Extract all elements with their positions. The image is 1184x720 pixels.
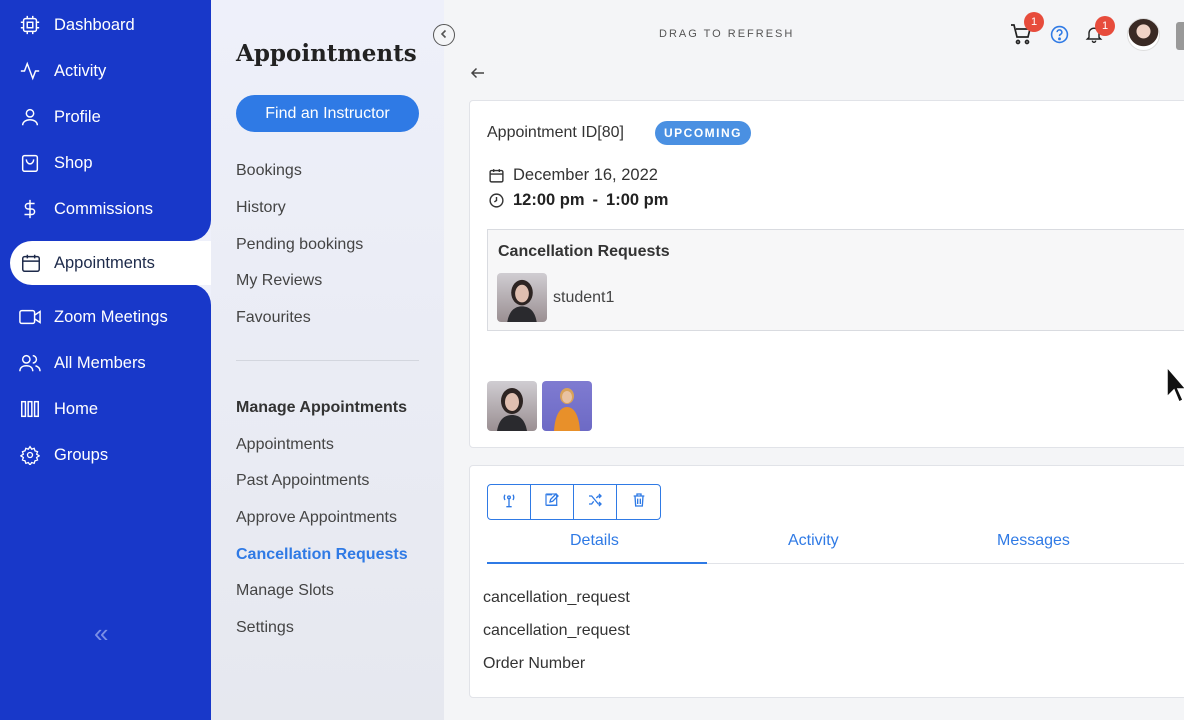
nav-label: Profile — [54, 107, 101, 126]
mouse-cursor-icon — [1166, 364, 1184, 409]
subnav-link-pending-bookings[interactable]: Pending bookings — [236, 236, 363, 254]
student-name[interactable]: student1 — [553, 289, 614, 307]
shuffle-icon — [587, 492, 603, 513]
subnav-link-bookings[interactable]: Bookings — [236, 162, 302, 180]
delete-button[interactable] — [617, 485, 660, 519]
appointment-time-row: 12:00 pm - 1:00 pm — [487, 191, 668, 210]
users-icon — [18, 351, 42, 375]
nav-item-zoom-meetings[interactable]: Zoom Meetings — [0, 297, 211, 337]
nav-item-profile[interactable]: Profile — [0, 97, 211, 137]
help-button[interactable] — [1050, 25, 1069, 49]
detail-row: cancellation_request — [483, 589, 630, 606]
subnav-link-appointments[interactable]: Appointments — [236, 436, 334, 454]
calendar-icon — [487, 167, 505, 185]
help-icon — [1050, 25, 1069, 49]
video-icon — [18, 305, 42, 329]
tab-activity[interactable]: Activity — [788, 532, 839, 550]
appointment-date-row: December 16, 2022 — [487, 166, 658, 185]
appointment-id: Appointment ID[80] — [487, 124, 624, 141]
nav-item-commissions[interactable]: Commissions — [0, 189, 211, 229]
tab-details[interactable]: Details — [570, 532, 619, 550]
antenna-icon — [501, 492, 517, 513]
nav-item-shop[interactable]: Shop — [0, 143, 211, 183]
drag-to-refresh-text: DRAG TO REFRESH — [659, 28, 795, 40]
subnav-link-my-reviews[interactable]: My Reviews — [236, 272, 322, 290]
time-separator: - — [592, 191, 599, 209]
subnav-link-history[interactable]: History — [236, 199, 286, 217]
clock-icon — [487, 192, 505, 210]
subnav-title: Appointments — [236, 40, 417, 67]
chip-icon — [18, 13, 42, 37]
calendar-icon — [19, 251, 43, 275]
user-icon — [18, 105, 42, 129]
header-edge-button[interactable] — [1176, 22, 1184, 50]
participant-avatar[interactable] — [487, 381, 537, 431]
subnav-link-favourites[interactable]: Favourites — [236, 309, 311, 327]
subnav-divider — [236, 360, 419, 361]
subnav-link-settings[interactable]: Settings — [236, 619, 294, 637]
back-arrow-icon[interactable] — [469, 64, 487, 88]
manage-appointments-heading: Manage Appointments — [236, 399, 407, 416]
nav-label: Commissions — [54, 199, 154, 218]
appointment-card: Appointment ID[80] UPCOMING December 16,… — [469, 100, 1184, 448]
collapse-sidebar-icon[interactable]: « — [94, 618, 108, 649]
nav-label: Dashboard — [54, 15, 135, 34]
nav-label: Zoom Meetings — [54, 307, 168, 326]
user-avatar[interactable] — [1127, 18, 1160, 51]
detail-row: Order Number — [483, 655, 586, 672]
main-nav: Dashboard Activity Profile Shop Commissi… — [0, 0, 230, 720]
reschedule-button[interactable] — [574, 485, 617, 519]
cart-badge: 1 — [1024, 12, 1044, 32]
appointments-subnav: Appointments Find an Instructor Bookings… — [211, 0, 444, 720]
dollar-icon — [18, 197, 42, 221]
status-badge: UPCOMING — [655, 121, 751, 145]
trash-icon — [631, 492, 647, 513]
nav-label: Home — [54, 399, 99, 418]
nav-label: Shop — [54, 153, 93, 172]
nav-label: Groups — [54, 445, 109, 464]
nav-item-groups[interactable]: Groups — [0, 435, 211, 475]
tab-messages[interactable]: Messages — [997, 532, 1070, 550]
edit-button[interactable] — [531, 485, 574, 519]
main-content: DRAG TO REFRESH 1 1 Appointment ID[80] U… — [444, 0, 1184, 720]
gear-icon — [18, 443, 42, 467]
nav-label: Appointments — [54, 253, 155, 272]
collapse-panel-button[interactable] — [433, 24, 455, 46]
subnav-link-past-appointments[interactable]: Past Appointments — [236, 472, 369, 490]
cart-button[interactable]: 1 — [1009, 12, 1044, 51]
start-time: 12:00 pm — [513, 191, 585, 209]
appointment-date: December 16, 2022 — [513, 166, 658, 184]
appointment-details-card: Details Activity Messages cancellation_r… — [469, 465, 1184, 698]
nav-item-all-members[interactable]: All Members — [0, 343, 211, 383]
chevron-left-icon — [439, 28, 449, 42]
notifications-badge: 1 — [1095, 16, 1115, 36]
subnav-link-approve-appointments[interactable]: Approve Appointments — [236, 509, 397, 527]
nav-label: All Members — [54, 353, 146, 372]
tab-active-indicator — [487, 562, 707, 564]
nav-item-dashboard[interactable]: Dashboard — [0, 5, 211, 45]
nav-item-activity[interactable]: Activity — [0, 51, 211, 91]
nav-label: Activity — [54, 61, 107, 80]
pulse-icon — [18, 59, 42, 83]
edit-icon — [544, 492, 560, 513]
appointment-toolbar — [487, 484, 661, 520]
student-avatar[interactable] — [497, 273, 547, 322]
nav-item-home[interactable]: Home — [0, 389, 211, 429]
notifications-button[interactable]: 1 — [1084, 16, 1115, 49]
detail-row: cancellation_request — [483, 622, 630, 639]
cancellation-requests-box: Cancellation Requests student1 — [487, 229, 1184, 331]
bag-icon — [18, 151, 42, 175]
nav-item-appointments[interactable]: Appointments — [10, 241, 230, 285]
end-time: 1:00 pm — [606, 191, 669, 209]
subnav-link-cancellation-requests[interactable]: Cancellation Requests — [236, 546, 408, 564]
columns-icon — [18, 397, 42, 421]
broadcast-button[interactable] — [488, 485, 531, 519]
find-instructor-button[interactable]: Find an Instructor — [236, 95, 419, 132]
instructor-avatar[interactable] — [542, 381, 592, 431]
subnav-link-manage-slots[interactable]: Manage Slots — [236, 582, 334, 600]
cancellation-requests-title: Cancellation Requests — [498, 243, 670, 260]
